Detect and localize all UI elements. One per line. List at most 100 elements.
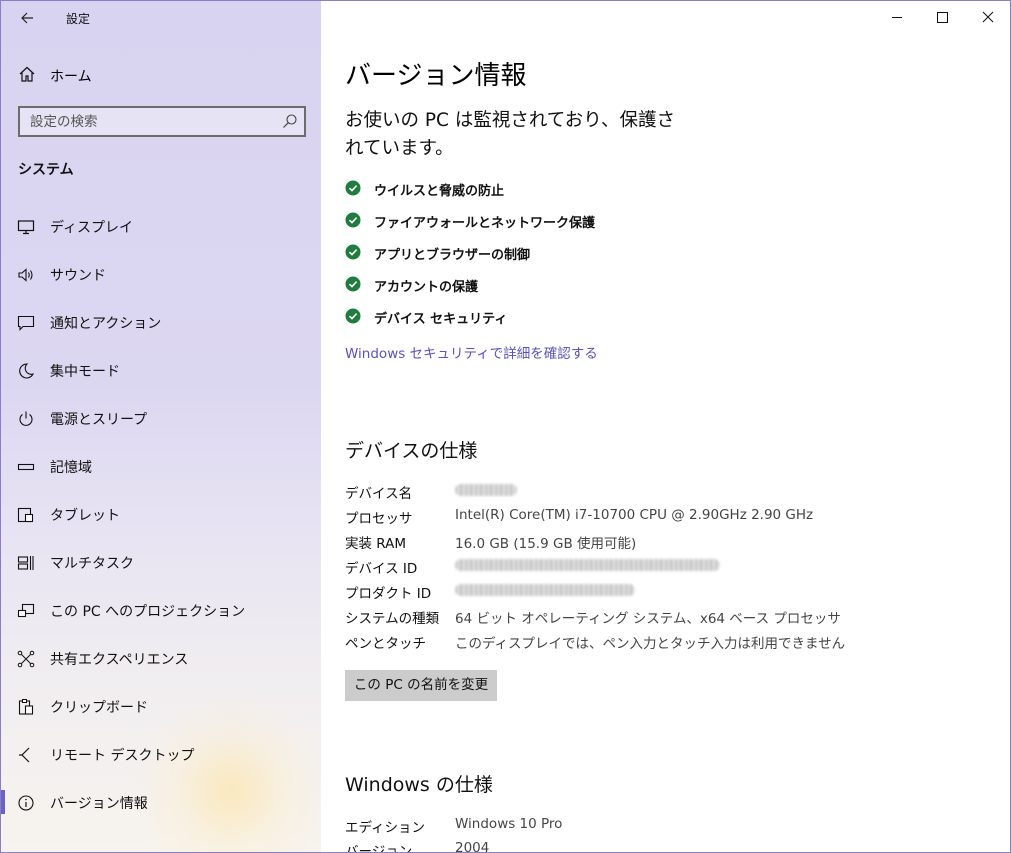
security-details-link[interactable]: Windows セキュリティで詳細を確認する [345, 342, 598, 362]
security-item-label: アプリとブラウザーの制御 [374, 248, 531, 263]
search-box[interactable] [18, 106, 306, 137]
spec-row-product-id: プロダクト ID [345, 580, 985, 602]
redacted-value [455, 559, 720, 571]
sidebar-item-tablet[interactable]: タブレット [1, 496, 321, 532]
redacted-value [455, 584, 635, 596]
sidebar-item-label: バージョン情報 [50, 796, 148, 812]
spec-key: プロダクト ID [345, 586, 432, 602]
spec-row-pen-touch: ペンとタッチ このディスプレイでは、ペン入力とタッチ入力は利用できません [345, 630, 985, 652]
info-icon [18, 795, 34, 811]
rename-pc-button[interactable]: この PC の名前を変更 [345, 670, 497, 701]
home-icon [19, 66, 35, 82]
sidebar-item-label: 記憶域 [50, 460, 92, 476]
spec-value: 64 ビット オペレーティング システム、x64 ベース プロセッサ [455, 611, 841, 627]
security-item-label: ウイルスと脅威の防止 [374, 184, 505, 199]
sidebar-item-label: 通知とアクション [50, 316, 162, 332]
sidebar-item-projection[interactable]: この PC へのプロジェクション [1, 592, 321, 628]
sidebar: 設定 ホーム システム ディスプレイ サウンド 通知とアクション [1, 1, 321, 852]
sidebar-item-sound[interactable]: サウンド [1, 256, 321, 292]
spec-key: エディション [345, 820, 426, 836]
spec-value: Windows 10 Pro [455, 816, 563, 832]
spec-key: プロセッサ [345, 511, 413, 527]
sidebar-item-label: 共有エクスペリエンス [50, 652, 189, 668]
search-icon[interactable] [282, 113, 298, 129]
check-circle-icon [345, 212, 361, 228]
storage-icon [17, 463, 35, 471]
spec-row-system-type: システムの種類 64 ビット オペレーティング システム、x64 ベース プロセ… [345, 605, 985, 627]
app-title: 設定 [66, 12, 91, 26]
sidebar-item-label: ディスプレイ [50, 220, 134, 236]
home-label: ホーム [50, 69, 92, 85]
arrow-left-icon [21, 12, 33, 24]
protection-status: お使いの PC は監視されており、保護されています。 [345, 110, 675, 159]
device-specs-title: デバイスの仕様 [345, 440, 478, 462]
remote-icon [19, 747, 30, 763]
security-item-label: アカウントの保護 [374, 280, 479, 295]
sidebar-item-label: 電源とスリープ [50, 412, 148, 428]
spec-key: デバイス名 [345, 486, 413, 502]
page-title: バージョン情報 [345, 61, 527, 91]
check-circle-icon [345, 308, 361, 324]
security-item-label: デバイス セキュリティ [374, 312, 508, 327]
check-circle-icon [345, 180, 361, 196]
clipboard-icon [18, 699, 34, 715]
spec-row-edition: エディション Windows 10 Pro [345, 814, 985, 836]
close-icon [982, 11, 994, 23]
message-icon [17, 315, 35, 331]
title-bar: 設定 [1, 1, 321, 35]
spec-value: 2004 [455, 840, 490, 853]
spec-row-device-id: デバイス ID [345, 555, 985, 577]
maximize-icon [937, 12, 948, 23]
sidebar-item-storage[interactable]: 記憶域 [1, 448, 321, 484]
section-title: システム [18, 162, 74, 178]
check-circle-icon [345, 276, 361, 292]
sidebar-item-focus[interactable]: 集中モード [1, 352, 321, 388]
sidebar-item-label: クリップボード [50, 700, 148, 716]
redacted-value [455, 484, 517, 496]
spec-row-ram: 実装 RAM 16.0 GB (15.9 GB 使用可能) [345, 530, 985, 552]
sidebar-item-power[interactable]: 電源とスリープ [1, 400, 321, 436]
sidebar-item-about[interactable]: バージョン情報 [1, 784, 321, 820]
spec-row-processor: プロセッサ Intel(R) Core(TM) i7-10700 CPU @ 2… [345, 505, 985, 527]
settings-window: 設定 ホーム システム ディスプレイ サウンド 通知とアクション [0, 0, 1011, 853]
spec-value: Intel(R) Core(TM) i7-10700 CPU @ 2.90GHz… [455, 507, 814, 523]
spec-row-device-name: デバイス名 [345, 480, 985, 502]
spec-value: このディスプレイでは、ペン入力とタッチ入力は利用できません [455, 636, 846, 652]
security-item-label: ファイアウォールとネットワーク保護 [374, 216, 596, 231]
spec-row-version: バージョン 2004 [345, 838, 985, 853]
spec-key: ペンとタッチ [345, 636, 426, 652]
spec-key: デバイス ID [345, 561, 418, 577]
maximize-button[interactable] [930, 6, 954, 28]
sidebar-item-multitasking[interactable]: マルチタスク [1, 544, 321, 580]
sidebar-item-label: タブレット [50, 508, 120, 524]
projection-icon [17, 603, 35, 618]
sidebar-item-shared-experiences[interactable]: 共有エクスペリエンス [1, 640, 321, 676]
sidebar-item-label: この PC へのプロジェクション [50, 604, 246, 620]
sidebar-item-label: 集中モード [50, 364, 120, 380]
tablet-icon [17, 507, 34, 523]
selection-indicator [1, 790, 5, 814]
sidebar-item-home[interactable]: ホーム [1, 61, 321, 89]
spec-key: バージョン [345, 844, 413, 853]
sidebar-item-clipboard[interactable]: クリップボード [1, 688, 321, 724]
spec-value: 16.0 GB (15.9 GB 使用可能) [455, 536, 637, 552]
sidebar-item-remote-desktop[interactable]: リモート デスクトップ [1, 736, 321, 772]
spec-key: 実装 RAM [345, 536, 407, 552]
sidebar-item-label: マルチタスク [50, 556, 134, 572]
sidebar-item-label: サウンド [50, 268, 106, 284]
sidebar-item-notifications[interactable]: 通知とアクション [1, 304, 321, 340]
back-button[interactable] [15, 7, 39, 29]
search-input[interactable] [30, 112, 270, 131]
moon-icon [19, 363, 35, 379]
multitask-icon [17, 556, 34, 570]
sidebar-item-display[interactable]: ディスプレイ [1, 208, 321, 244]
sidebar-item-label: リモート デスクトップ [50, 748, 195, 764]
check-circle-icon [345, 244, 361, 260]
spec-key: システムの種類 [345, 611, 440, 627]
close-button[interactable] [976, 6, 1000, 28]
minimize-button[interactable] [885, 6, 909, 28]
minimize-icon [892, 17, 902, 18]
main-content: バージョン情報 お使いの PC は監視されており、保護されています。 ウイルスと… [321, 1, 1010, 853]
windows-specs-title: Windows の仕様 [345, 774, 493, 796]
speaker-icon [18, 268, 33, 282]
